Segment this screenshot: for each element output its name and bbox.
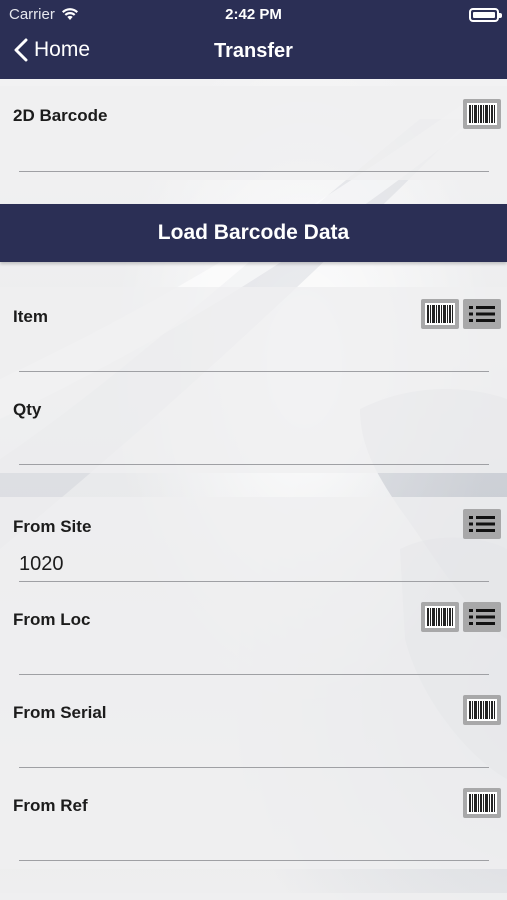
from-loc-scan-button[interactable]: [421, 602, 459, 632]
from-serial-field: From Serial: [0, 683, 507, 776]
from-loc-field: From Loc: [0, 590, 507, 683]
from-serial-label: From Serial: [13, 703, 107, 722]
item-scan-button[interactable]: [421, 299, 459, 329]
barcode-card: 2D Barcode: [0, 86, 507, 180]
barcode-icon: [425, 606, 455, 628]
from-site-input[interactable]: 1020: [19, 553, 64, 576]
item-label: Item: [13, 307, 48, 326]
from-serial-scan-button[interactable]: [463, 695, 501, 725]
from-ref-scan-button[interactable]: [463, 788, 501, 818]
barcode-icon: [467, 103, 497, 125]
from-ref-field: From Ref: [0, 776, 507, 869]
from-ref-label: From Ref: [13, 796, 88, 815]
barcode-icon: [467, 792, 497, 814]
qty-label: Qty: [13, 400, 42, 419]
from-site-field: From Site 1020: [0, 497, 507, 590]
from-site-underline: [19, 581, 489, 582]
item-list-button[interactable]: [463, 299, 501, 329]
barcode-underline: [19, 171, 489, 172]
from-loc-label: From Loc: [13, 610, 91, 629]
next-field-edge: [0, 893, 507, 900]
from-loc-list-button[interactable]: [463, 602, 501, 632]
list-icon: [469, 306, 495, 322]
barcode-icon: [425, 303, 455, 325]
navigation-bar: Carrier 2:42 PM Home Transfer: [0, 0, 507, 79]
battery-icon: [469, 8, 502, 22]
from-site-list-button[interactable]: [463, 509, 501, 539]
from-site-label: From Site: [13, 517, 92, 536]
status-bar: Carrier 2:42 PM: [0, 4, 507, 24]
nav-header: Home Transfer: [0, 32, 507, 72]
item-field: Item: [0, 287, 507, 380]
qty-field: Qty: [0, 380, 507, 473]
list-icon: [469, 609, 495, 625]
from-ref-underline: [19, 860, 489, 861]
barcode-scan-button[interactable]: [463, 99, 501, 129]
from-serial-underline: [19, 767, 489, 768]
qty-underline: [19, 464, 489, 465]
status-time: 2:42 PM: [225, 6, 282, 23]
item-underline: [19, 371, 489, 372]
from-loc-underline: [19, 674, 489, 675]
barcode-label: 2D Barcode: [13, 106, 108, 125]
load-barcode-data-button[interactable]: Load Barcode Data: [0, 204, 507, 262]
barcode-icon: [467, 699, 497, 721]
page-title: Transfer: [214, 40, 293, 62]
list-icon: [469, 516, 495, 532]
